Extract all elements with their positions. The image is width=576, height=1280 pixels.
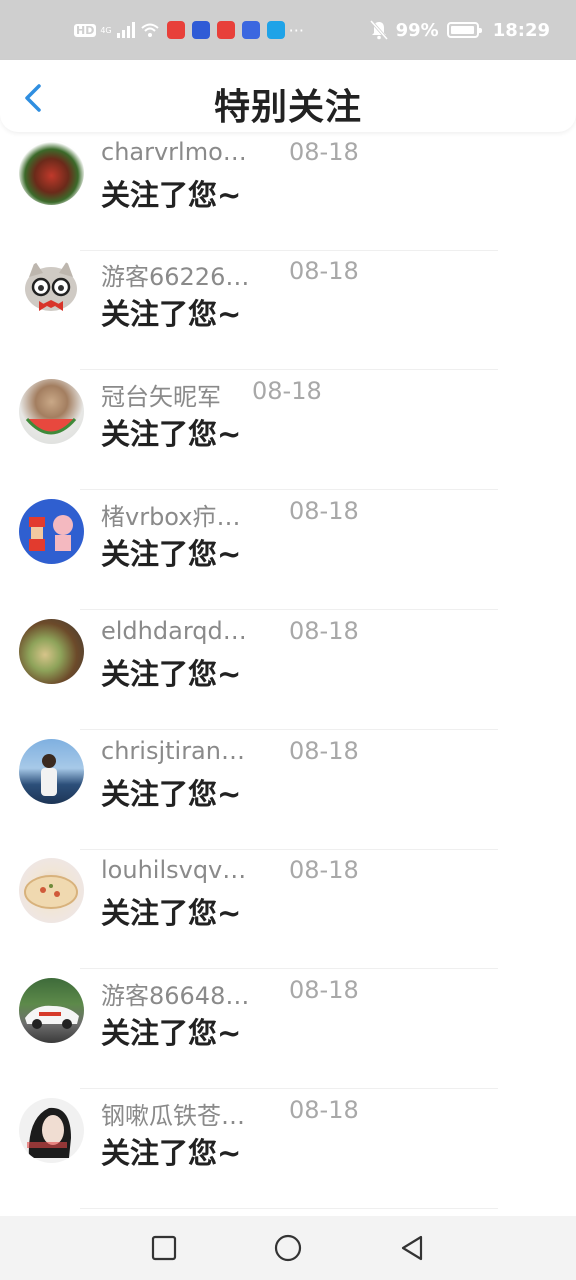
- avatar[interactable]: [19, 619, 84, 684]
- app-notification-icon: [191, 21, 210, 39]
- triangle-back-icon: [401, 1235, 423, 1261]
- list-item[interactable]: louhilsvqv… 08-18 关注了您~: [0, 850, 576, 969]
- app-notification-icon: [216, 21, 235, 39]
- follow-date: 08-18: [289, 497, 359, 525]
- divider: [80, 609, 498, 610]
- avatar[interactable]: [19, 978, 84, 1043]
- avatar[interactable]: [19, 739, 84, 804]
- list-item[interactable]: 冠台矢昵军 08-18 关注了您~: [0, 371, 576, 490]
- more-notifications-indicator: ···: [288, 20, 304, 40]
- app-notification-icon: [166, 21, 185, 39]
- clock: 18:29: [492, 19, 550, 41]
- app-notification-icon: [241, 21, 260, 39]
- follow-message: 关注了您~: [101, 777, 242, 811]
- follow-date: 08-18: [289, 976, 359, 1004]
- recent-apps-button[interactable]: [150, 1234, 178, 1262]
- avatar[interactable]: [19, 259, 84, 324]
- user-name: 游客66226…: [101, 263, 250, 291]
- page-title: 特别关注: [213, 87, 362, 128]
- user-name: 冠台矢昵军: [101, 383, 221, 411]
- cartoon-avatar-image: [29, 515, 73, 551]
- avatar[interactable]: [19, 140, 84, 205]
- user-name: 楮vrbox疖…: [101, 503, 241, 531]
- divider: [80, 369, 498, 370]
- status-right: 99% 18:29: [369, 19, 550, 41]
- list-item[interactable]: chrisjtiran… 08-18 关注了您~: [0, 731, 576, 850]
- divider: [80, 1088, 498, 1089]
- user-name: 钢嗽瓜铁苍…: [101, 1102, 245, 1130]
- avatar[interactable]: [19, 499, 84, 564]
- follow-message: 关注了您~: [101, 417, 242, 451]
- list-item[interactable]: eldhdarqd… 08-18 关注了您~: [0, 611, 576, 730]
- follow-date: 08-18: [252, 377, 322, 405]
- user-name: charvrlmo…: [101, 138, 247, 166]
- person-photo-image: [41, 754, 57, 796]
- battery-icon: [446, 22, 482, 38]
- list-item[interactable]: 钢嗽瓜铁苍… 08-18 关注了您~: [0, 1090, 576, 1209]
- divider: [80, 729, 498, 730]
- follow-message: 关注了您~: [101, 178, 242, 212]
- user-name: 游客86648…: [101, 982, 250, 1010]
- mute-bell-icon: [369, 20, 388, 40]
- follow-message: 关注了您~: [101, 1136, 242, 1170]
- hd-indicator: HD: [74, 23, 97, 37]
- follow-date: 08-18: [289, 737, 359, 765]
- follow-date: 08-18: [289, 257, 359, 285]
- user-name: eldhdarqd…: [101, 617, 247, 645]
- car-photo-image: [25, 1005, 79, 1029]
- avatar[interactable]: [19, 1098, 84, 1163]
- header: 特别关注: [0, 60, 576, 132]
- divider: [80, 489, 498, 490]
- avatar[interactable]: [19, 379, 84, 444]
- app-notification-icon: [266, 21, 285, 39]
- network-indicator: 4G: [100, 25, 112, 35]
- divider: [80, 968, 498, 969]
- status-left: HD 4G ···: [74, 21, 304, 40]
- pizza-photo-image: [24, 875, 78, 909]
- system-nav-bar: [0, 1216, 576, 1280]
- follow-message: 关注了您~: [101, 896, 242, 930]
- follow-date: 08-18: [289, 856, 359, 884]
- woman-portrait-image: [27, 1107, 71, 1158]
- circle-icon: [274, 1234, 302, 1262]
- home-button[interactable]: [274, 1234, 302, 1262]
- follow-message: 关注了您~: [101, 1016, 242, 1050]
- avatar[interactable]: [19, 858, 84, 923]
- follow-date: 08-18: [289, 617, 359, 645]
- follow-message: 关注了您~: [101, 537, 242, 571]
- square-icon: [151, 1235, 177, 1261]
- watermelon-photo-image: [25, 418, 77, 435]
- follow-date: 08-18: [289, 1096, 359, 1124]
- list-item[interactable]: 楮vrbox疖… 08-18 关注了您~: [0, 491, 576, 610]
- signal-icon: [116, 22, 135, 38]
- follow-message: 关注了您~: [101, 657, 242, 691]
- cat-avatar-image: [25, 261, 77, 311]
- follow-message: 关注了您~: [101, 297, 242, 331]
- status-bar: HD 4G ··· 99% 18:29: [0, 0, 576, 60]
- follow-date: 08-18: [289, 138, 359, 166]
- back-nav-button[interactable]: [398, 1234, 426, 1262]
- list-item[interactable]: charvrlmo… 08-18 关注了您~: [0, 132, 576, 251]
- user-name: chrisjtiran…: [101, 737, 245, 765]
- list-item[interactable]: 游客66226… 08-18 关注了您~: [0, 251, 576, 370]
- wifi-icon: [140, 23, 159, 37]
- divider: [80, 1208, 498, 1209]
- user-name: louhilsvqv…: [101, 856, 247, 884]
- list-item[interactable]: 游客86648… 08-18 关注了您~: [0, 970, 576, 1089]
- battery-percent: 99%: [395, 19, 439, 41]
